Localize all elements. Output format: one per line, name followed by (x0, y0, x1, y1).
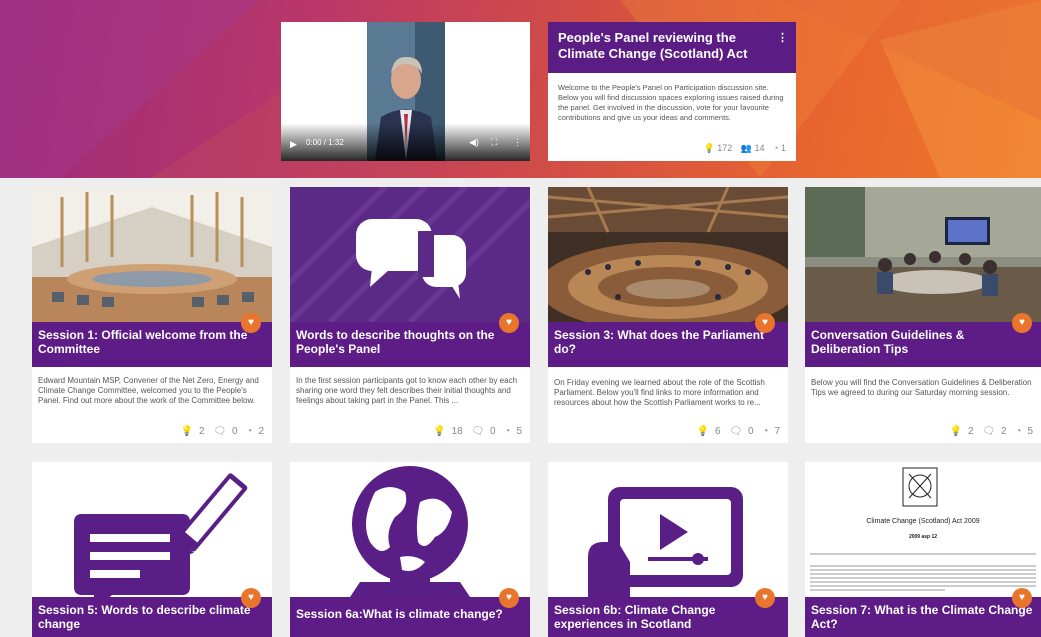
discussion-card-session-1[interactable]: Session 1: Official welcome from the Com… (32, 187, 272, 443)
heart-icon[interactable]: ♥ (499, 313, 519, 333)
discussion-card-words-panel[interactable]: Words to describe thoughts on the People… (290, 187, 530, 443)
sessions-count: 2 (258, 426, 264, 437)
ideas-count: 172 (717, 143, 733, 153)
card-title-bar: Session 5: Words to describe climate cha… (32, 597, 272, 637)
lightbulb-icon: 💡 (949, 426, 962, 437)
comment-icon: 🗨 (729, 426, 743, 437)
comments-count: 2 (1001, 426, 1007, 437)
panel-info-card: People's Panel reviewing the Climate Cha… (548, 22, 796, 161)
members-count: 14 (754, 143, 765, 153)
lightbulb-icon: 💡 (703, 143, 715, 153)
writing-illustration (32, 462, 272, 597)
session-icon: ◔ (246, 426, 253, 437)
members-icon: 👥 (740, 143, 752, 153)
video-time: 0:00 / 1:32 (306, 138, 344, 147)
card-title: Words to describe thoughts on the People… (296, 328, 495, 356)
comments-count: 0 (232, 426, 238, 437)
card-stats: 💡 2 🗨 2 ◔ 5 (944, 426, 1033, 437)
ideas-count: 6 (715, 426, 721, 437)
sessions-count: 7 (774, 426, 780, 437)
card-stats: 💡 2 🗨 0 ◔ 2 (175, 426, 264, 437)
card-title-bar: Words to describe thoughts on the People… (290, 322, 530, 367)
tablet-video-illustration (548, 462, 788, 597)
card-stats: 💡 18 🗨 0 ◔ 5 (427, 426, 522, 437)
heart-icon[interactable]: ♥ (241, 588, 261, 608)
comment-icon: 🗨 (471, 426, 485, 437)
comment-icon: 🗨 (213, 426, 227, 437)
ideas-count: 18 (451, 426, 463, 437)
session-icon: ◔ (1015, 426, 1022, 437)
play-icon[interactable]: ▶ (290, 139, 297, 150)
act-document-image: Climate Change (Scotland) Act 2009 2009 … (805, 462, 1041, 597)
comments-count: 0 (748, 426, 754, 437)
card-description: On Friday evening we learned about the r… (554, 378, 765, 407)
card-title-bar: Session 6a:What is climate change? (290, 597, 530, 637)
heart-icon[interactable]: ♥ (1012, 313, 1032, 333)
speech-bubbles-illustration (290, 187, 530, 322)
card-title: Session 6a:What is climate change? (296, 607, 503, 621)
card-title: Conversation Guidelines & Deliberation T… (811, 328, 965, 356)
card-title-bar: Session 3: What does the Parliament do? (548, 322, 788, 367)
session-icon: ◔ (762, 426, 769, 437)
sessions-count: 5 (516, 426, 522, 437)
globe-illustration (290, 462, 530, 597)
heart-icon[interactable]: ♥ (755, 588, 775, 608)
royal-crest-icon (810, 467, 1036, 591)
panel-stats: 💡 172 👥 14 ◔ 1 (703, 143, 786, 154)
ideas-count: 2 (968, 426, 974, 437)
card-title-bar: Conversation Guidelines & Deliberation T… (805, 322, 1041, 367)
heart-icon[interactable]: ♥ (1012, 588, 1032, 608)
ideas-count: 2 (199, 426, 205, 437)
parliament-chamber-photo (548, 187, 788, 322)
discussion-card-session-6a[interactable]: Session 6a:What is climate change? ♥ (290, 462, 530, 637)
hero-banner: ▶ 0:00 / 1:32 ◀) ⛶ ⋮ People's Panel revi… (0, 0, 1041, 178)
card-stats: 💡 6 🗨 0 ◔ 7 (691, 426, 780, 437)
card-title: Session 5: Words to describe climate cha… (38, 603, 251, 631)
act-document-title: Climate Change (Scotland) Act 2009 (866, 518, 980, 525)
sessions-count: 1 (780, 143, 786, 153)
sessions-count: 5 (1027, 426, 1033, 437)
discussion-card-guidelines[interactable]: Conversation Guidelines & Deliberation T… (805, 187, 1041, 443)
heart-icon[interactable]: ♥ (499, 588, 519, 608)
card-description: Edward Mountain MSP, Convener of the Net… (38, 376, 259, 405)
committee-room-photo (32, 187, 272, 322)
volume-icon[interactable]: ◀) (469, 137, 479, 148)
card-title: Session 3: What does the Parliament do? (554, 328, 765, 356)
comments-count: 0 (490, 426, 496, 437)
kebab-icon[interactable]: ⋮ (513, 137, 522, 148)
discussion-card-session-5[interactable]: Session 5: Words to describe climate cha… (32, 462, 272, 637)
card-title: Session 1: Official welcome from the Com… (38, 328, 248, 356)
heart-icon[interactable]: ♥ (755, 313, 775, 333)
card-title: Session 7: What is the Climate Change Ac… (811, 603, 1033, 631)
panel-header: People's Panel reviewing the Climate Cha… (548, 22, 796, 73)
card-title-bar: Session 1: Official welcome from the Com… (32, 322, 272, 367)
lightbulb-icon: 💡 (180, 426, 193, 437)
deliberation-room-photo (805, 187, 1041, 322)
act-document-asp: 2009 asp 12 (908, 534, 938, 540)
discussion-card-session-3[interactable]: Session 3: What does the Parliament do? … (548, 187, 788, 443)
intro-video-player[interactable]: ▶ 0:00 / 1:32 ◀) ⛶ ⋮ (281, 22, 530, 161)
card-title: Session 6b: Climate Change experiences i… (554, 603, 716, 631)
card-title-bar: Session 6b: Climate Change experiences i… (548, 597, 788, 637)
card-description: Below you will find the Conversation Gui… (811, 378, 1032, 397)
heart-icon[interactable]: ♥ (241, 313, 261, 333)
lightbulb-icon: 💡 (432, 426, 446, 437)
panel-description: Welcome to the People's Panel on Partici… (558, 83, 784, 122)
card-description: In the first session participants got to… (296, 376, 518, 405)
discussion-card-session-7[interactable]: Climate Change (Scotland) Act 2009 2009 … (805, 462, 1041, 637)
session-icon: ◔ (773, 143, 779, 153)
comment-icon: 🗨 (982, 426, 996, 437)
lightbulb-icon: 💡 (696, 426, 709, 437)
session-icon: ◔ (504, 426, 511, 437)
panel-menu-icon[interactable]: ⋮ (777, 30, 788, 46)
discussion-card-session-6b[interactable]: Session 6b: Climate Change experiences i… (548, 462, 788, 637)
card-title-bar: Session 7: What is the Climate Change Ac… (805, 597, 1041, 637)
fullscreen-icon[interactable]: ⛶ (491, 137, 497, 148)
panel-title: People's Panel reviewing the Climate Cha… (558, 30, 748, 61)
